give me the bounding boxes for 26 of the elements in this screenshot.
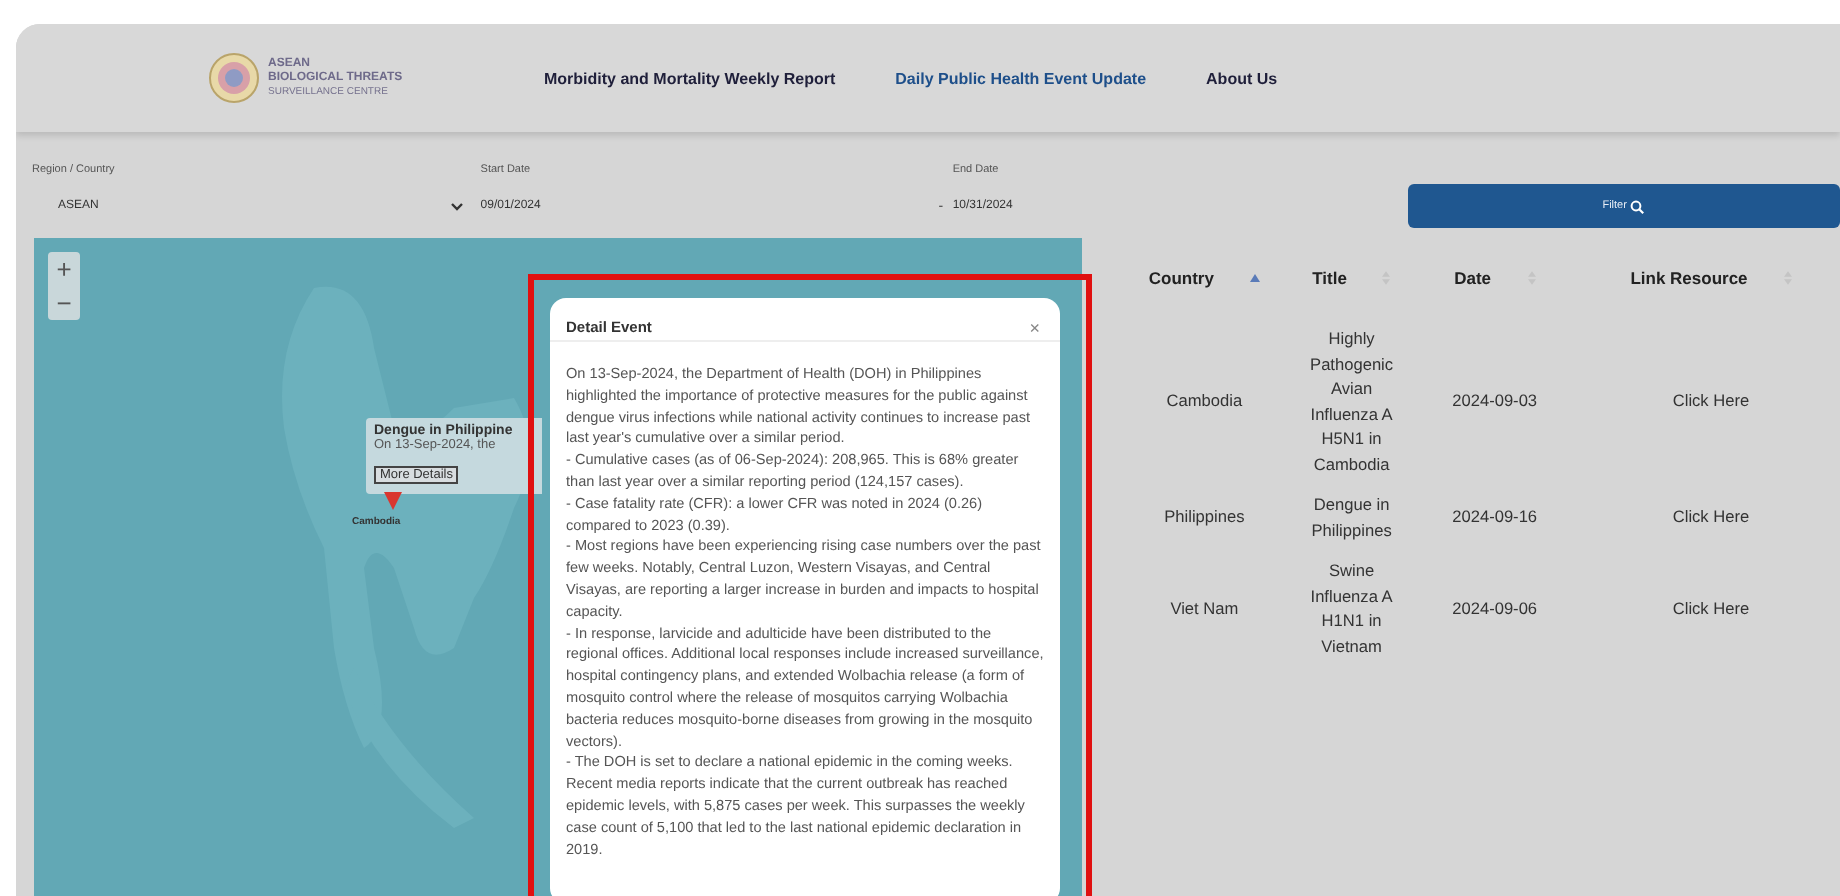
column-header[interactable]: Country [1148,268,1214,288]
table-cell: 2024-09-16 [1452,506,1538,527]
table-cell: 2024-09-03 [1452,390,1538,411]
column-header[interactable]: Date [1454,268,1492,288]
link[interactable]: Click Here [1672,506,1750,527]
link[interactable]: Click Here [1672,390,1750,411]
table-cell: Viet Nam [1170,597,1239,618]
table-cell: Philippines [1164,506,1245,527]
zoom-in-button[interactable]: + [48,252,80,286]
emblem-icon [208,52,260,104]
column-header[interactable]: Title [1312,268,1347,288]
table-cell: Dengue in Philippines [1311,494,1392,539]
table-cell: Highly Pathogenic Avian Influenza A H5N1 in Cambodia [1310,328,1394,473]
nav-link[interactable]: About Us [1206,69,1278,87]
nav-link[interactable]: Morbidity and Mortality Weekly Report [544,69,836,87]
nav-link[interactable]: Daily Public Health Event Update [895,69,1147,87]
column-header[interactable]: Link Resource [1630,268,1748,288]
link[interactable]: Click Here [1672,597,1750,618]
sort-ascending-icon[interactable] [1249,274,1260,282]
zoom-out-button[interactable]: − [48,286,80,320]
chevron-icon [450,201,465,211]
table-cell: Swine Influenza A H1N1 in Vietnam [1310,560,1393,655]
table-cell: Cambodia [1166,390,1243,411]
search-icon [1630,199,1645,213]
close-button[interactable]: × [1029,317,1040,337]
table-cell: 2024-09-06 [1452,597,1538,618]
